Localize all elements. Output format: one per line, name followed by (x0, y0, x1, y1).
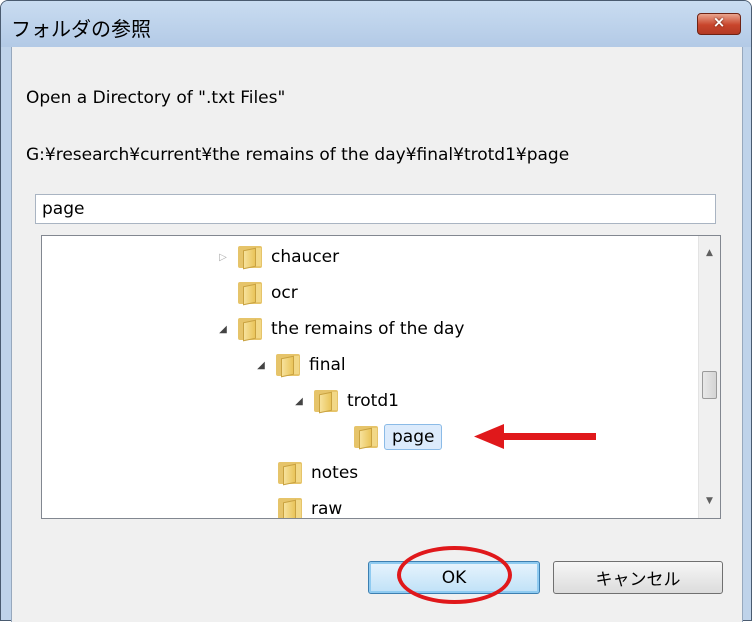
collapse-triangle-icon[interactable]: ◢ (216, 322, 230, 336)
folder-tree[interactable]: ▷ chaucer ocr ◢ the remains of the day ◢… (41, 235, 721, 519)
dialog-description: Open a Directory of ".txt Files" (26, 88, 286, 108)
tree-scrollbar[interactable]: ▲ ▼ (698, 236, 720, 518)
tree-item-trotd1[interactable]: ◢ trotd1 (292, 386, 399, 416)
title-bar[interactable]: フォルダの参照 × (1, 1, 751, 47)
collapse-triangle-icon[interactable]: ◢ (254, 358, 268, 372)
tree-item-label-selected: page (384, 424, 443, 450)
tree-item-label: ocr (271, 283, 298, 303)
expand-triangle-icon[interactable]: ▷ (216, 250, 230, 264)
tree-item-label: notes (311, 463, 359, 483)
scroll-up-arrow-icon[interactable]: ▲ (699, 242, 720, 264)
tree-item-ocr[interactable]: ocr (238, 278, 298, 308)
folder-icon (276, 354, 300, 378)
selected-path-text: G:¥research¥current¥the remains of the d… (26, 145, 570, 165)
tree-item-final[interactable]: ◢ final (254, 350, 346, 380)
red-arrow-annotation-icon (474, 424, 596, 449)
folder-icon (278, 498, 302, 518)
dialog-title: フォルダの参照 (11, 17, 151, 41)
tree-item-raw[interactable]: raw (278, 494, 343, 519)
folder-icon (238, 318, 262, 342)
tree-item-label: trotd1 (347, 391, 399, 411)
tree-item-the-remains-of-the-day[interactable]: ◢ the remains of the day (216, 314, 464, 344)
close-button[interactable]: × (697, 13, 741, 35)
folder-icon (314, 390, 338, 414)
cancel-button[interactable]: キャンセル (553, 561, 723, 594)
close-icon: × (712, 13, 726, 31)
tree-item-notes[interactable]: notes (278, 458, 358, 488)
folder-icon (238, 246, 262, 270)
collapse-triangle-icon[interactable]: ◢ (292, 394, 306, 408)
scroll-down-arrow-icon[interactable]: ▼ (699, 490, 720, 512)
ok-button[interactable]: OK (368, 561, 540, 594)
folder-icon (238, 282, 262, 306)
tree-item-label: raw (311, 499, 343, 519)
folder-icon (278, 462, 302, 486)
tree-item-label: the remains of the day (271, 319, 465, 339)
tree-item-label: final (309, 355, 346, 375)
tree-item-chaucer[interactable]: ▷ chaucer (216, 242, 339, 272)
folder-name-input[interactable] (35, 194, 716, 224)
folder-icon (354, 426, 378, 450)
tree-item-page[interactable]: page (354, 422, 443, 452)
scrollbar-thumb[interactable] (702, 371, 717, 399)
tree-item-label: chaucer (271, 247, 340, 267)
